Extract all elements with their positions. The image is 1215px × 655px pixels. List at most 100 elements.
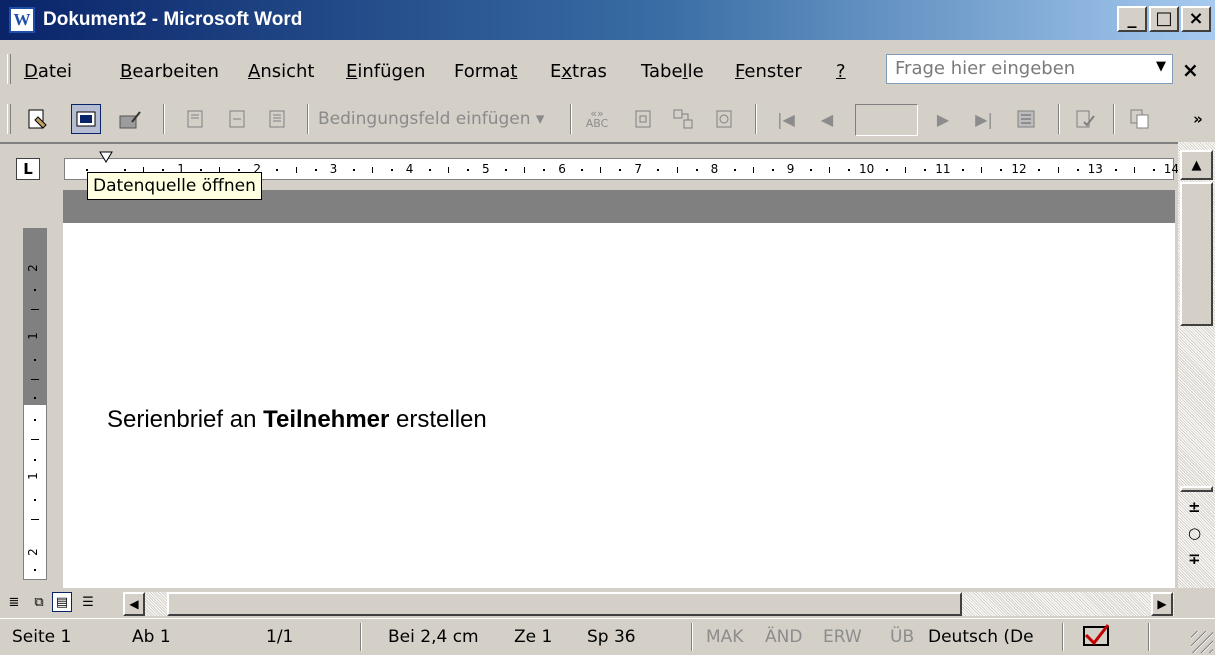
check-for-errors-icon[interactable]	[1070, 104, 1100, 134]
insert-greeting-line-icon[interactable]	[222, 104, 252, 134]
vertical-ruler-tick	[31, 379, 39, 380]
menu-item[interactable]: Extras	[550, 61, 607, 82]
toolbar-overflow-icon[interactable]: »	[1183, 104, 1213, 134]
match-fields-icon[interactable]	[668, 104, 698, 134]
menu-item[interactable]: Einfügen	[346, 61, 425, 82]
menu-item[interactable]: Tabelle	[641, 61, 704, 82]
menu-item[interactable]: Datei	[24, 61, 72, 82]
web-layout-view-icon[interactable]: ⧉	[29, 592, 49, 612]
ruler-label: 12	[1011, 162, 1027, 176]
status-macro-record[interactable]: MAK	[706, 627, 743, 647]
toolbar-separator	[570, 104, 572, 134]
ruler-tick	[581, 169, 584, 171]
menu-item[interactable]: Format	[454, 61, 517, 82]
minimize-button[interactable]: _	[1117, 6, 1147, 32]
word-app-icon[interactable]: W	[9, 7, 35, 33]
ruler-label: 9	[786, 162, 795, 176]
dropdown-arrow-icon[interactable]: ▼	[1156, 59, 1166, 74]
vertical-ruler-tick	[34, 289, 36, 291]
close-document-button[interactable]: ×	[1182, 58, 1199, 82]
print-layout-view-icon[interactable]: ▤	[52, 592, 72, 612]
menubar-grip[interactable]	[7, 54, 11, 84]
ask-question-input[interactable]: Frage hier eingeben ▼	[886, 54, 1173, 84]
outline-view-icon[interactable]: ☰	[78, 592, 98, 612]
merge-to-new-document-icon[interactable]	[1125, 104, 1155, 134]
ruler-tick	[1038, 169, 1041, 171]
spelling-status-icon[interactable]	[1082, 623, 1112, 654]
scroll-right-button[interactable]: ▶	[1151, 592, 1173, 616]
last-record-icon[interactable]: ▶|	[969, 104, 999, 134]
vertical-ruler-label: 1	[25, 472, 40, 480]
tab-selector-button[interactable]: L	[16, 158, 40, 180]
propagate-labels-icon[interactable]	[709, 104, 739, 134]
ruler-tick	[847, 169, 850, 171]
ruler-tick	[352, 169, 355, 171]
mail-merge-recipients-icon[interactable]	[115, 104, 145, 134]
toolbar-separator	[163, 104, 165, 134]
scroll-up-button[interactable]: ▲	[1180, 150, 1213, 180]
first-line-indent-marker-icon[interactable]	[99, 151, 113, 163]
view-merged-data-icon[interactable]: «» ABC	[582, 104, 612, 134]
mail-merge-toolbar: Bedingungsfeld einfügen ▾ «» ABC |◀ ◀ ▶ ▶…	[0, 96, 1215, 142]
insert-merge-fields-icon[interactable]	[262, 104, 292, 134]
title-bar[interactable]: W Dokument2 - Microsoft Word _ □ ×	[0, 0, 1215, 40]
scroll-down-button[interactable]	[1180, 486, 1213, 492]
toolbar-grip[interactable]	[7, 104, 11, 134]
status-extend[interactable]: ERW	[823, 627, 862, 647]
next-record-icon[interactable]: ▶	[928, 104, 958, 134]
ruler-tick	[428, 169, 431, 171]
status-line: Ze 1	[514, 627, 553, 647]
status-language[interactable]: Deutsch (De	[928, 627, 1034, 647]
ruler-tick	[238, 169, 241, 171]
horizontal-scroll-thumb[interactable]	[167, 592, 962, 616]
ruler-label: 3	[329, 162, 338, 176]
ruler-tick	[828, 167, 830, 173]
vertical-scroll-thumb[interactable]	[1180, 182, 1213, 326]
status-page-count: 1/1	[266, 627, 294, 647]
normal-view-icon[interactable]: ≣	[4, 592, 24, 612]
ruler-tick	[1076, 169, 1079, 171]
ruler-tick	[1152, 169, 1155, 171]
close-button[interactable]: ×	[1181, 6, 1211, 32]
status-track-changes[interactable]: ÄND	[765, 627, 802, 647]
open-data-source-icon[interactable]	[71, 104, 101, 134]
menu-item[interactable]: Fenster	[735, 61, 802, 82]
vertical-ruler-label: 2	[25, 548, 40, 556]
horizontal-scrollbar[interactable]	[145, 592, 1174, 616]
ruler-tick	[124, 169, 127, 171]
insert-word-field-dropdown[interactable]: Bedingungsfeld einfügen ▾	[318, 109, 544, 129]
status-section: Ab 1	[132, 627, 171, 647]
first-record-icon[interactable]: |◀	[771, 104, 801, 134]
vertical-ruler-tick	[34, 499, 36, 501]
ruler-tick	[390, 169, 393, 171]
ruler-tick	[695, 169, 698, 171]
highlight-merge-fields-icon[interactable]	[628, 104, 658, 134]
vertical-scrollbar[interactable]: ▲ ± ○ ∓	[1178, 142, 1215, 588]
vertical-ruler[interactable]: 2 1 1 2	[23, 228, 47, 580]
main-document-setup-icon[interactable]	[22, 104, 52, 134]
ruler-label: 7	[634, 162, 643, 176]
menu-item[interactable]: Ansicht	[248, 61, 314, 82]
go-to-record-input[interactable]	[855, 104, 918, 136]
select-browse-object-icon[interactable]: ○	[1188, 524, 1201, 542]
next-page-icon[interactable]: ∓	[1188, 550, 1201, 568]
scroll-left-button[interactable]: ◀	[123, 592, 145, 616]
document-text[interactable]: Serienbrief an Teilnehmer erstellen	[107, 406, 487, 434]
vertical-ruler-tick	[34, 397, 36, 399]
previous-record-icon[interactable]: ◀	[812, 104, 842, 134]
merge-field-teilnehmer: Teilnehmer	[263, 406, 390, 433]
ruler-tick	[657, 169, 660, 171]
ruler-tick	[905, 167, 907, 173]
tooltip: Datenquelle öffnen	[87, 172, 262, 200]
document-page[interactable]: Serienbrief an Teilnehmer erstellen	[63, 223, 1175, 588]
menu-item[interactable]: ?	[836, 61, 846, 82]
resize-grip-icon[interactable]	[1191, 631, 1213, 653]
menu-item[interactable]: Bearbeiten	[120, 61, 219, 82]
vertical-ruler-tick	[34, 569, 36, 571]
previous-page-icon[interactable]: ±	[1188, 498, 1201, 516]
ruler-label: 5	[482, 162, 490, 176]
insert-address-block-icon[interactable]	[180, 104, 210, 134]
find-entry-icon[interactable]	[1011, 104, 1041, 134]
status-overtype[interactable]: ÜB	[890, 627, 914, 647]
maximize-button[interactable]: □	[1149, 6, 1179, 32]
